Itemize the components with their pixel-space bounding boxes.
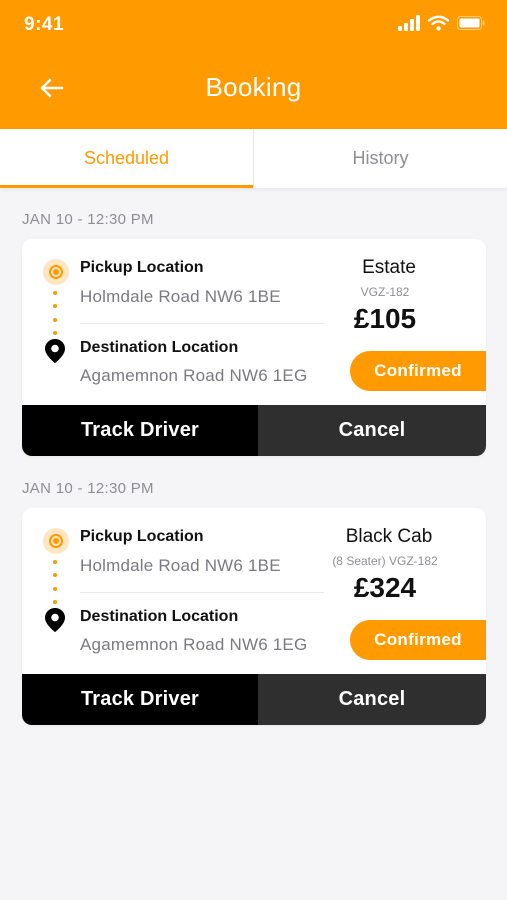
app-header: 9:41 Booking [0, 0, 507, 129]
car-registration: VGZ-182 [360, 285, 410, 299]
pickup-location-icon [43, 259, 69, 285]
status-icons [398, 14, 485, 32]
signal-icon [398, 15, 420, 31]
route-dots [53, 560, 57, 604]
pickup-location-icon [43, 528, 69, 554]
destination-pin-icon [45, 608, 65, 632]
destination-label: Destination Location [80, 339, 239, 356]
battery-icon [457, 16, 485, 30]
car-type: Black Cab [345, 526, 433, 547]
wifi-icon [428, 15, 449, 31]
booking-actions: Track Driver Cancel [22, 405, 486, 456]
cancel-button[interactable]: Cancel [258, 674, 486, 725]
page-title: Booking [205, 72, 302, 102]
route-dots [53, 291, 57, 335]
cancel-button[interactable]: Cancel [258, 405, 486, 456]
booking-date: JAN 10 - 12:30 PM [22, 480, 154, 497]
track-driver-button[interactable]: Track Driver [22, 405, 258, 456]
tab-scheduled[interactable]: Scheduled [0, 129, 253, 188]
booking-price: £324 [353, 572, 417, 603]
destination-pin-icon [45, 339, 65, 363]
pickup-label: Pickup Location [80, 528, 204, 545]
booking-card: Pickup Location Holmdale Road NW6 1BE De… [22, 239, 486, 456]
destination-label: Destination Location [80, 608, 239, 625]
booking-card: Pickup Location Holmdale Road NW6 1BE De… [22, 508, 486, 725]
status-badge: Confirmed [350, 351, 486, 391]
track-driver-button[interactable]: Track Driver [22, 674, 258, 725]
destination-address: Agamemnon Road NW6 1EG [80, 366, 308, 385]
pickup-address: Holmdale Road NW6 1BE [80, 287, 281, 306]
car-registration: (8 Seater) VGZ-182 [332, 554, 438, 568]
divider [80, 323, 324, 324]
booking-price: £105 [353, 303, 417, 334]
tab-history[interactable]: History [253, 129, 507, 188]
booking-tabs: Scheduled History [0, 129, 507, 188]
booking-actions: Track Driver Cancel [22, 674, 486, 725]
car-type: Estate [362, 257, 416, 278]
pickup-address: Holmdale Road NW6 1BE [80, 556, 281, 575]
pickup-label: Pickup Location [80, 259, 204, 276]
booking-date: JAN 10 - 12:30 PM [22, 211, 154, 228]
destination-address: Agamemnon Road NW6 1EG [80, 635, 308, 654]
status-badge: Confirmed [350, 620, 486, 660]
divider [80, 592, 324, 593]
status-time: 9:41 [24, 14, 65, 35]
